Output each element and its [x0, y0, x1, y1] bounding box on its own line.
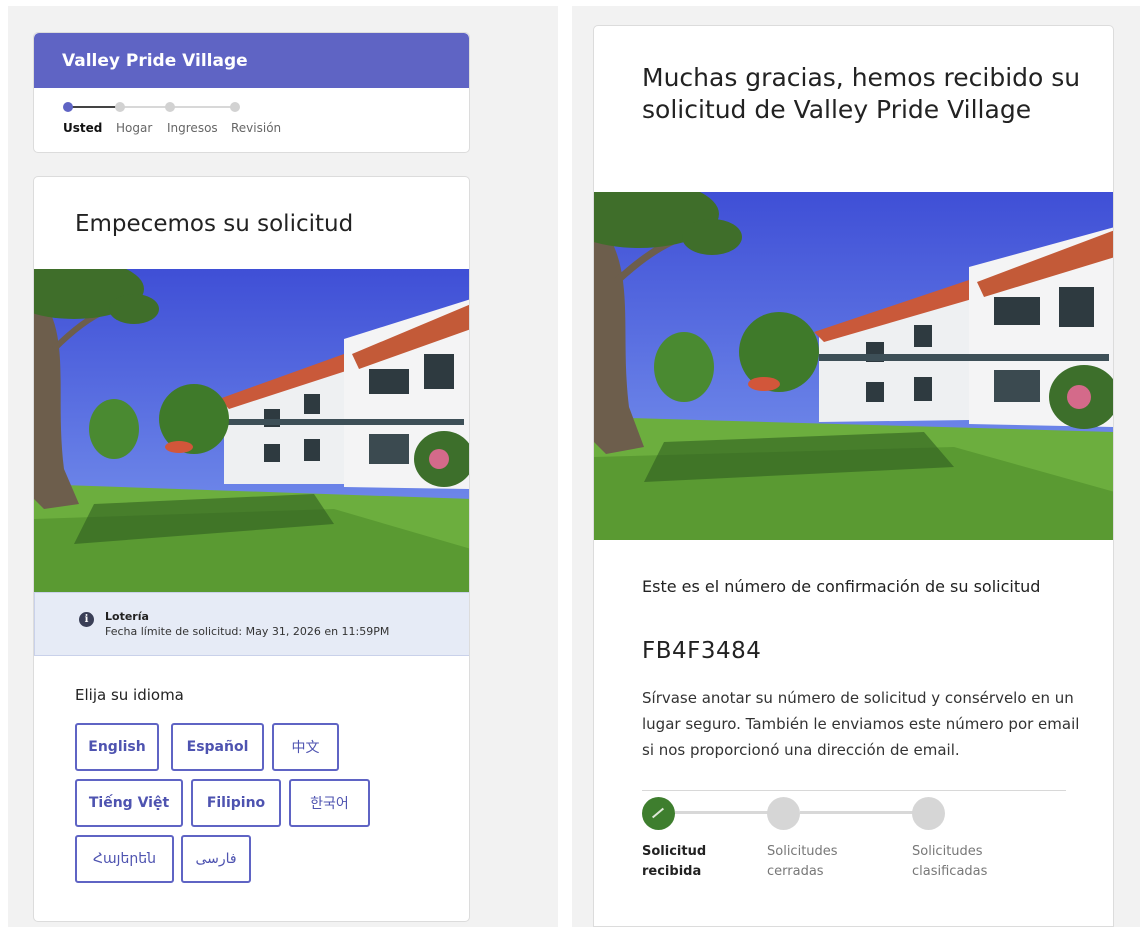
- language-button-chinese[interactable]: 中文: [272, 723, 339, 771]
- language-button-espanol[interactable]: Español: [171, 723, 264, 771]
- step-connector: [119, 106, 169, 108]
- step-connector: [169, 106, 234, 108]
- step-dot-revision: [230, 102, 240, 112]
- step-connector: [69, 106, 119, 108]
- step-progress: Usted Hogar Ingresos Revisión: [34, 88, 469, 152]
- application-deadline: Fecha límite de solicitud: May 31, 2026 …: [105, 625, 390, 638]
- language-button-filipino[interactable]: Filipino: [191, 779, 281, 827]
- application-header: Valley Pride Village Usted Hogar Ingreso…: [33, 32, 470, 153]
- status-label-line: clasificadas: [912, 864, 988, 879]
- step-label-ingresos: Ingresos: [167, 121, 218, 135]
- language-button-armenian[interactable]: Հայերեն: [75, 835, 174, 883]
- language-button-vietnamese[interactable]: Tiếng Việt: [75, 779, 183, 827]
- lottery-info-banner: i Lotería Fecha límite de solicitud: May…: [34, 592, 469, 656]
- status-label-closed: Solicitudes cerradas: [767, 842, 838, 882]
- status-label-received: Solicitud recibida: [642, 842, 706, 882]
- step-dot-ingresos: [165, 102, 175, 112]
- step-label-hogar: Hogar: [116, 121, 153, 135]
- lottery-title: Lotería: [105, 610, 149, 623]
- status-connector: [800, 811, 920, 814]
- status-label-line: Solicitudes: [767, 844, 838, 859]
- status-label-ranked: Solicitudes clasificadas: [912, 842, 987, 882]
- status-label-line: Solicitud: [642, 844, 707, 859]
- property-name: Valley Pride Village: [62, 50, 248, 71]
- step-dot-usted: [63, 102, 73, 112]
- status-dot-closed: [767, 797, 800, 830]
- confirmation-card: Muchas gracias, hemos recibido su solici…: [593, 25, 1114, 927]
- language-button-english[interactable]: English: [75, 723, 159, 771]
- start-application-card: Empecemos su solicitud i Lotería Fecha l…: [33, 176, 470, 922]
- language-button-korean[interactable]: 한국어: [289, 779, 370, 827]
- confirmation-number-label: Este es el número de confirmación de su …: [642, 577, 1041, 596]
- header-bar: Valley Pride Village: [34, 33, 469, 88]
- status-dot-ranked: [912, 797, 945, 830]
- status-label-line: Solicitudes: [912, 844, 983, 859]
- confirmation-number: FB4F3484: [642, 638, 762, 664]
- status-dot-received: [642, 797, 675, 830]
- language-title: Elija su idioma: [75, 686, 184, 704]
- step-dot-hogar: [115, 102, 125, 112]
- confirmation-title: Muchas gracias, hemos recibido su solici…: [642, 63, 1081, 124]
- status-label-line: cerradas: [767, 864, 824, 879]
- confirmation-note: Sírvase anotar su número de solicitud y …: [642, 689, 1080, 759]
- page-title: Empecemos su solicitud: [75, 211, 354, 237]
- status-connector: [675, 811, 775, 814]
- step-label-revision: Revisión: [231, 121, 282, 135]
- property-photo: [34, 269, 469, 592]
- property-photo: [594, 192, 1113, 540]
- step-label-usted: Usted: [63, 121, 103, 135]
- status-label-line: recibida: [642, 864, 702, 879]
- divider: [642, 790, 1066, 791]
- language-button-persian[interactable]: فارسی: [181, 835, 251, 883]
- info-circle-icon: i: [79, 612, 94, 627]
